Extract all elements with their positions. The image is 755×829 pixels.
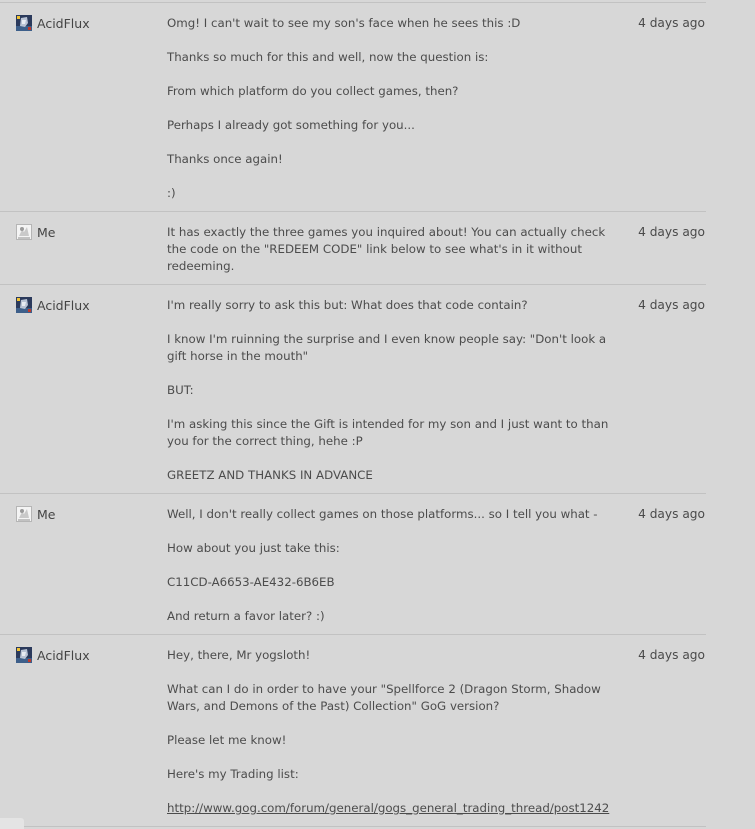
acidflux-avatar-icon[interactable]: [16, 15, 32, 31]
message-paragraph: How about you just take this:: [167, 541, 340, 555]
acidflux-avatar-icon[interactable]: [16, 297, 32, 313]
message-paragraph: I'm asking this since the Gift is intend…: [167, 417, 609, 448]
acidflux-avatar-icon[interactable]: [16, 647, 32, 663]
message-paragraph: GREETZ AND THANKS IN ADVANCE: [167, 468, 373, 482]
message-paragraph: :): [167, 186, 176, 200]
message-paragraph: Thanks so much for this and well, now th…: [167, 50, 489, 64]
message-timestamp: 4 days ago: [638, 298, 705, 312]
message-item: AcidFlux Omg! I can't wait to see my son…: [0, 3, 706, 212]
message-body: Hey, there, Mr yogsloth! What can I do i…: [167, 647, 617, 817]
message-paragraph: BUT:: [167, 383, 194, 397]
message-thread: AcidFlux Omg! I can't wait to see my son…: [0, 3, 706, 827]
me-avatar-icon[interactable]: [16, 224, 32, 240]
message-paragraph: Thanks once again!: [167, 152, 283, 166]
message-sender[interactable]: Me: [16, 505, 55, 523]
message-paragraph: Hey, there, Mr yogsloth!: [167, 648, 311, 662]
message-timestamp: 4 days ago: [638, 648, 705, 662]
trade-message-thread-page: AcidFlux Omg! I can't wait to see my son…: [0, 0, 755, 829]
message-body: It has exactly the three games you inqui…: [167, 224, 617, 275]
sender-name[interactable]: Me: [37, 507, 55, 522]
message-timestamp: 4 days ago: [638, 16, 705, 30]
message-sender[interactable]: AcidFlux: [16, 14, 90, 32]
message-sender[interactable]: AcidFlux: [16, 646, 90, 664]
message-paragraph: It has exactly the three games you inqui…: [167, 225, 606, 273]
message-paragraph: What can I do in order to have your "Spe…: [167, 682, 601, 713]
sender-name[interactable]: AcidFlux: [37, 16, 90, 31]
message-sender[interactable]: Me: [16, 223, 55, 241]
message-paragraph: Perhaps I already got something for you.…: [167, 118, 415, 132]
me-avatar-icon[interactable]: [16, 506, 32, 522]
message-timestamp: 4 days ago: [638, 225, 705, 239]
trading-list-link[interactable]: http://www.gog.com/forum/general/gogs_ge…: [167, 801, 609, 815]
message-timestamp: 4 days ago: [638, 507, 705, 521]
message-paragraph: Well, I don't really collect games on th…: [167, 507, 598, 521]
message-body: Omg! I can't wait to see my son's face w…: [167, 15, 617, 202]
message-paragraph: From which platform do you collect games…: [167, 84, 459, 98]
message-body: Well, I don't really collect games on th…: [167, 506, 617, 625]
message-paragraph: C11CD-A6653-AE432-6B6EB: [167, 575, 335, 589]
message-paragraph: I'm really sorry to ask this but: What d…: [167, 298, 528, 312]
message-body: I'm really sorry to ask this but: What d…: [167, 297, 617, 484]
message-paragraph: And return a favor later? :): [167, 609, 325, 623]
message-paragraph: I know I'm ruinning the surprise and I e…: [167, 332, 607, 363]
message-link-paragraph: http://www.gog.com/forum/general/gogs_ge…: [167, 800, 617, 817]
message-item: Me It has exactly the three games you in…: [0, 212, 706, 285]
message-sender[interactable]: AcidFlux: [16, 296, 90, 314]
message-item: AcidFlux I'm really sorry to ask this bu…: [0, 285, 706, 494]
bottom-edge-tab: [0, 818, 24, 829]
sender-name[interactable]: AcidFlux: [37, 298, 90, 313]
message-item: AcidFlux Hey, there, Mr yogsloth! What c…: [0, 635, 706, 827]
message-paragraph: Here's my Trading list:: [167, 767, 299, 781]
sender-name[interactable]: AcidFlux: [37, 648, 90, 663]
message-paragraph: Please let me know!: [167, 733, 287, 747]
message-paragraph: Omg! I can't wait to see my son's face w…: [167, 16, 521, 30]
message-item: Me Well, I don't really collect games on…: [0, 494, 706, 635]
sender-name[interactable]: Me: [37, 225, 55, 240]
